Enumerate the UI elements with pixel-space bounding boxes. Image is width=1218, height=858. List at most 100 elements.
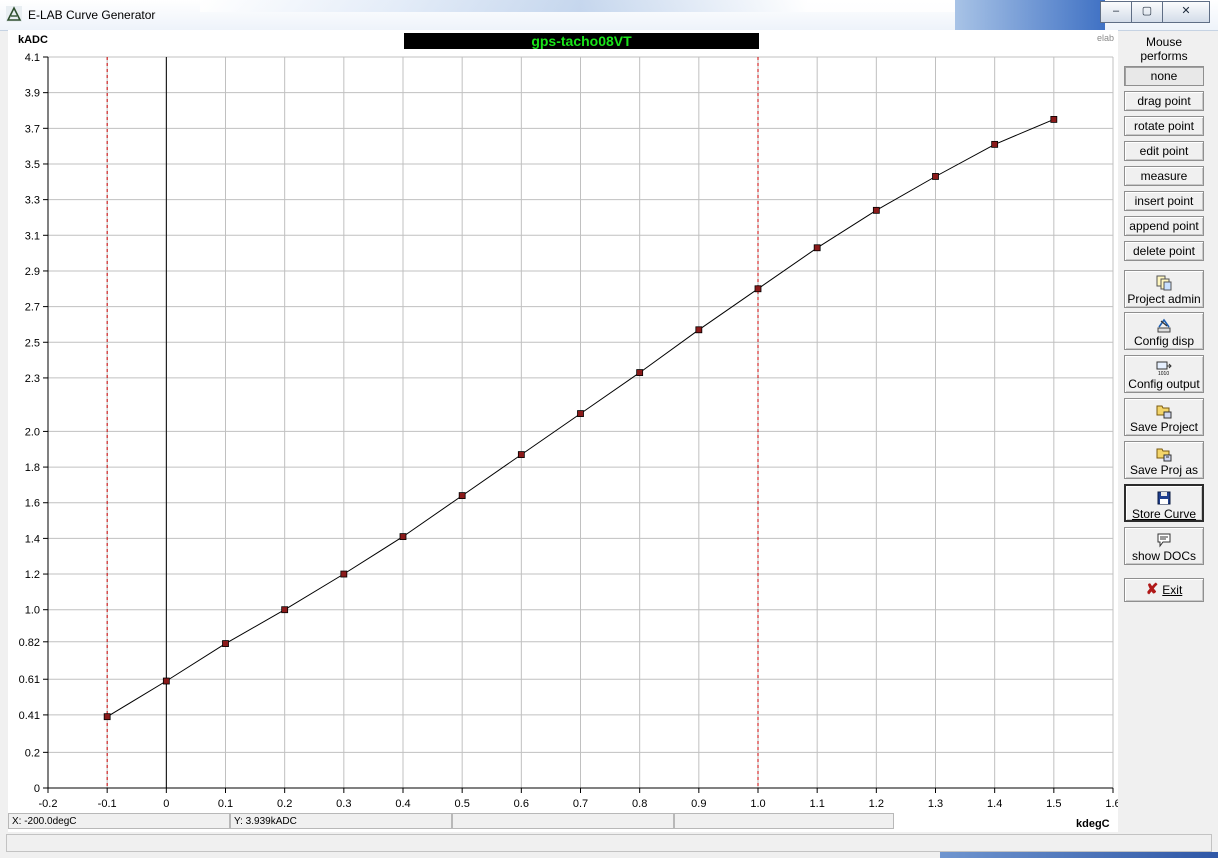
project-admin-label: Project admin [1127,292,1201,306]
mode-delete-point-button[interactable]: delete point [1124,241,1204,261]
x-tick-label: 0.3 [336,798,351,810]
y-tick-label: 2.3 [25,373,40,385]
x-tick-label: 0.8 [632,798,647,810]
mode-none-button[interactable]: none [1124,66,1204,86]
title-bar[interactable]: E-LAB Curve Generator – ▢ ✕ [0,0,1218,31]
mode-edit-point-button[interactable]: edit point [1124,141,1204,161]
elab-watermark: elab [1097,33,1115,43]
exit-button[interactable]: ✘ Exit [1124,578,1204,602]
x-axis-unit: kdegC [1076,818,1110,830]
y-tick-label: 3.1 [25,230,40,242]
x-tick-label: 1.2 [869,798,884,810]
curve-point [991,140,999,148]
store-curve-label: Store Curve [1131,507,1197,521]
curve-point [695,326,703,334]
mouse-performs-label: Mouse performs [1121,35,1207,63]
y-tick-label: 1.0 [25,605,40,617]
y-axis-unit: kADC [18,34,48,46]
project-admin-icon [1156,275,1172,291]
x-tick-label: -0.2 [39,798,58,810]
bottom-status-bar [6,834,1212,852]
plot-panel[interactable]: -0.2 -0.1 0 0.1 0.2 0.3 0.4 0.5 0.6 0.7 0.8 0.9 1.0 1… [8,30,1121,832]
mouse-performs-line-2: performs [1140,49,1188,63]
y-tick-label: 3.3 [25,195,40,207]
x-tick-label: 0.2 [277,798,292,810]
config-output-label: Config output [1128,377,1200,391]
app-window: E-LAB Curve Generator – ▢ ✕ -0.2 -0.1 0 0.1… [0,0,1218,858]
taskbar-edge [940,852,1218,858]
config-disp-button[interactable]: Config disp [1124,312,1204,350]
curve-point [517,451,525,458]
y-tick-label: 1.4 [25,533,40,545]
speech-bubble-icon [1157,533,1171,548]
title-bar-glass-right [955,0,1105,30]
y-tick-label: 3.7 [25,123,40,135]
title-bar-glass [200,0,960,12]
maximize-button[interactable]: ▢ [1131,1,1163,23]
x-tick-label: 0.9 [691,798,706,810]
curve-point [754,285,762,293]
curve-point [281,606,289,614]
exit-x-icon: ✘ [1145,581,1159,598]
curve-point [103,713,111,721]
curve-plot[interactable]: -0.2 -0.1 0 0.1 0.2 0.3 0.4 0.5 0.6 0.7 0.8 0.9 1.0 1… [8,30,1121,832]
config-disp-label: Config disp [1133,334,1195,348]
mode-insert-point-button[interactable]: insert point [1124,191,1204,211]
svg-text:1010: 1010 [1158,371,1169,376]
save-project-icon [1156,405,1172,419]
mode-drag-point-button[interactable]: drag point [1124,91,1204,111]
y-tick-label: 1.2 [25,569,40,581]
x-tick-label: 0.4 [395,798,410,810]
x-tick-label: 0.6 [514,798,529,810]
minimize-button[interactable]: – [1100,1,1132,23]
y-tick-label: 0 [34,783,40,795]
x-tick-label: 1.0 [750,798,765,810]
status-field-4 [674,813,894,829]
config-display-icon [1157,318,1171,333]
x-tick-label: 1.1 [810,798,825,810]
status-x-coordinate: X: -200.0degC [8,813,230,829]
show-docs-label: show DOCs [1131,549,1196,563]
mode-measure-button[interactable]: measure [1124,166,1204,186]
project-admin-button[interactable]: Project admin [1124,270,1204,308]
tool-sidebar: Mouse performs none drag point rotate po… [1121,30,1207,834]
close-button[interactable]: ✕ [1162,1,1210,23]
store-curve-button[interactable]: Store Curve [1124,484,1204,522]
x-tick-label: -0.1 [98,798,117,810]
y-tick-label: 4.1 [25,52,40,64]
mode-rotate-point-button[interactable]: rotate point [1124,116,1204,136]
window-title: E-LAB Curve Generator [28,8,156,22]
x-tick-label: 1.3 [928,798,943,810]
curve-point [872,206,880,214]
mouse-performs-line-1: Mouse [1145,35,1183,49]
y-tick-label: 2.0 [25,426,40,438]
mode-append-point-button[interactable]: append point [1124,216,1204,236]
x-tick-label: 0 [163,798,169,810]
y-tick-label: 3.9 [25,88,40,100]
x-tick-label: 0.7 [573,798,588,810]
save-project-button[interactable]: Save Project [1124,398,1204,436]
save-proj-as-button[interactable]: Save Proj as [1124,441,1204,479]
curve-point [577,410,584,417]
show-docs-button[interactable]: show DOCs [1124,527,1204,565]
y-tick-label: 0.2 [25,747,40,759]
window-controls: – ▢ ✕ [1100,1,1210,23]
y-tick-label: 0.41 [19,710,40,722]
x-tick-label: 0.1 [218,798,233,810]
curve-point [222,640,229,647]
exit-label: Exit [1162,583,1183,597]
config-output-button[interactable]: 1010 Config output [1124,355,1204,393]
x-tick-label: 1.4 [987,798,1002,810]
curve-point [636,369,644,376]
curve-point [932,173,939,180]
status-field-3 [452,813,674,829]
y-tick-label: 2.5 [25,337,40,349]
save-proj-as-label: Save Proj as [1129,463,1199,477]
curve-name-label: gps-tacho08VT [404,33,759,49]
x-tick-label: 1.6 [1105,798,1118,810]
status-y-coordinate: Y: 3.939kADC [230,813,452,829]
y-tick-label: 0.82 [19,637,40,649]
config-output-icon: 1010 [1156,361,1172,376]
x-tick-label: 1.5 [1046,798,1061,810]
curve-point [458,492,466,500]
